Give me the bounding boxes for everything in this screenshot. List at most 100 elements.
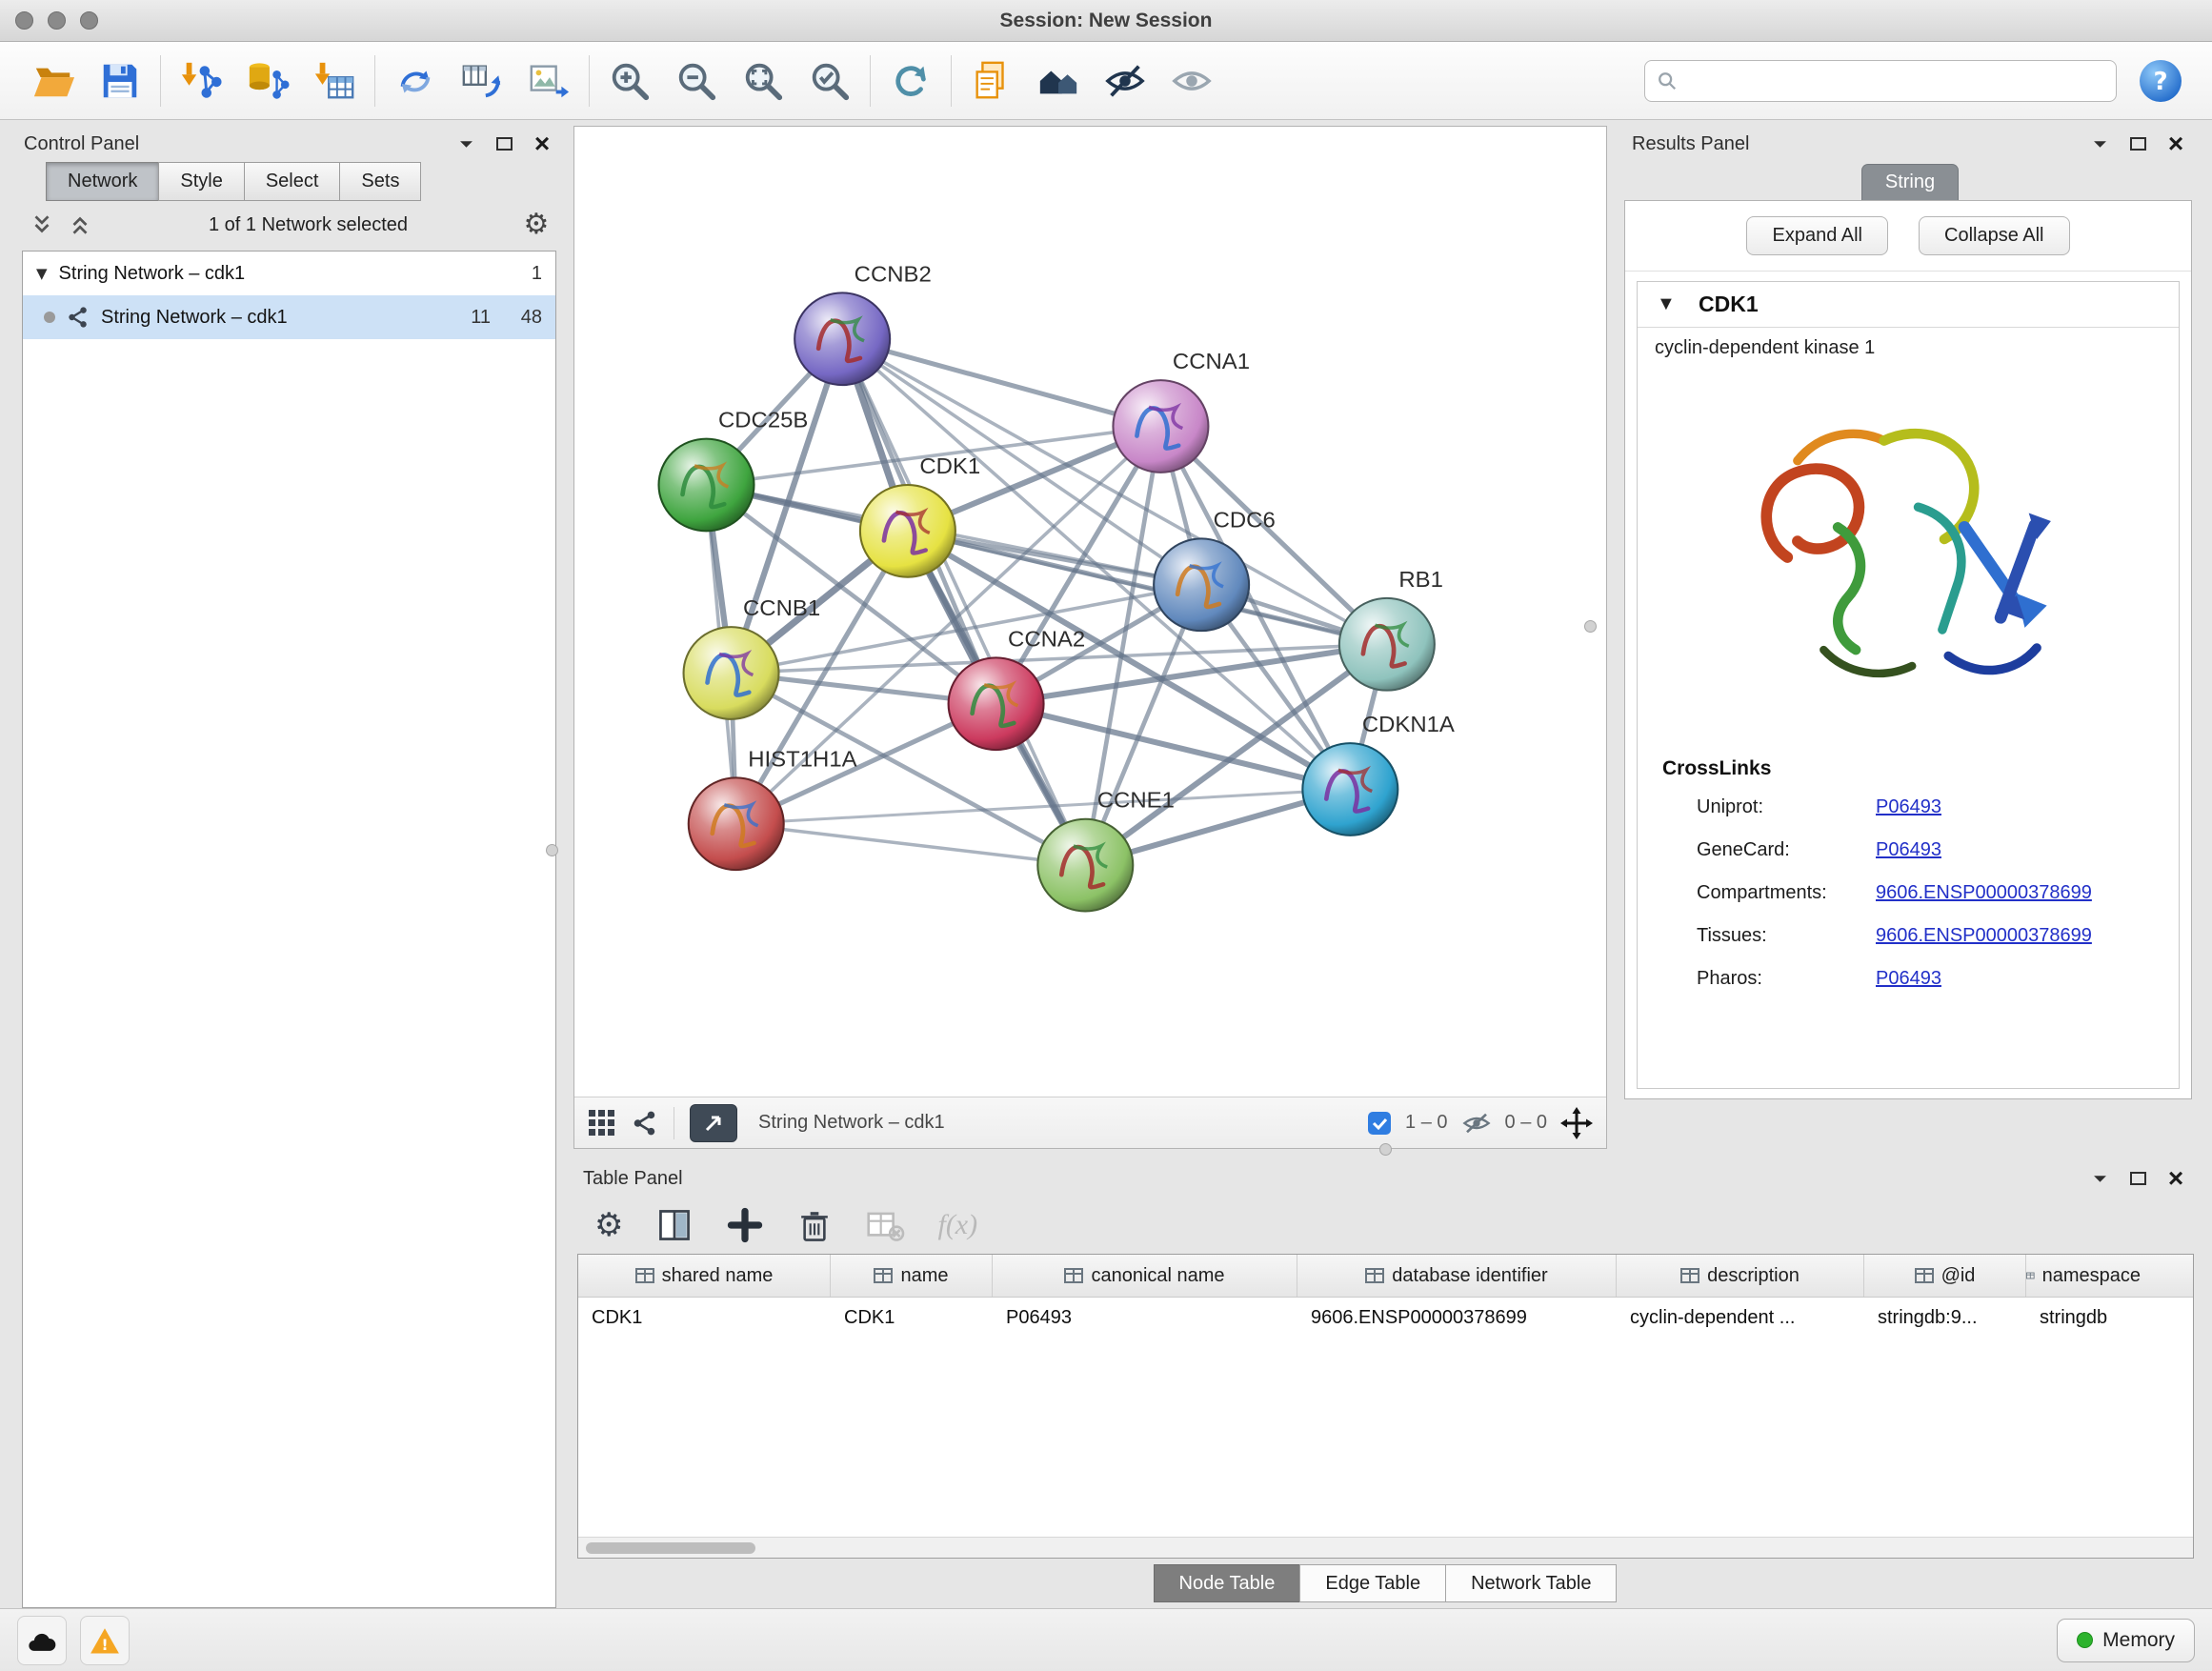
network-node-RB1[interactable] (1339, 598, 1435, 691)
network-node-CDC6[interactable] (1154, 538, 1249, 631)
export-image-button[interactable] (522, 54, 575, 108)
create-column-button[interactable] (726, 1206, 764, 1244)
crosslink-link[interactable]: 9606.ENSP00000378699 (1876, 882, 2092, 904)
disclosure-triangle-icon[interactable]: ▼ (36, 265, 48, 282)
network-node-CCNE1[interactable] (1037, 819, 1133, 912)
save-session-button[interactable] (93, 54, 147, 108)
tab-string[interactable]: String (1861, 164, 1959, 200)
tab-style[interactable]: Style (158, 162, 244, 201)
search-input[interactable] (1685, 70, 2104, 91)
show-all-button[interactable] (1165, 54, 1218, 108)
tab-network[interactable]: Network (46, 162, 159, 201)
column-header-canonical-name[interactable]: canonical name (993, 1255, 1297, 1297)
close-window-icon[interactable] (15, 11, 33, 30)
grid-view-button[interactable] (588, 1109, 616, 1137)
delete-table-button[interactable] (865, 1207, 905, 1243)
import-table-from-file-button[interactable] (308, 54, 361, 108)
show-columns-button[interactable] (655, 1206, 694, 1244)
zoom-selected-region-button[interactable] (803, 54, 856, 108)
column-header-shared-name[interactable]: shared name (578, 1255, 831, 1297)
vertical-splitter-handle[interactable] (1584, 620, 1597, 633)
import-network-from-database-button[interactable] (241, 54, 294, 108)
float-panel-button[interactable] (2125, 1166, 2150, 1191)
scrollbar-thumb[interactable] (586, 1542, 755, 1554)
crosslink-link[interactable]: P06493 (1876, 796, 1941, 818)
tab-network-table[interactable]: Network Table (1445, 1564, 1617, 1602)
cloud-status-button[interactable] (17, 1616, 67, 1665)
column-header-name[interactable]: name (831, 1255, 993, 1297)
vertical-splitter-handle[interactable] (546, 844, 558, 856)
zoom-fit-content-button[interactable] (736, 54, 790, 108)
clone-network-button[interactable] (389, 54, 442, 108)
collapse-panel-button[interactable] (2087, 1166, 2112, 1191)
detach-view-button[interactable] (690, 1104, 737, 1142)
tab-node-table[interactable]: Node Table (1154, 1564, 1301, 1602)
function-builder-button[interactable]: f(x) (937, 1209, 977, 1241)
network-view-mode-button[interactable] (632, 1110, 658, 1137)
network-edge-CCNB2-CCNE1[interactable] (842, 339, 1085, 865)
column-header-id[interactable]: @id (1864, 1255, 2026, 1297)
pan-tool-button[interactable] (1560, 1107, 1593, 1139)
tab-select[interactable]: Select (244, 162, 341, 201)
network-node-CDC25B[interactable] (659, 439, 754, 532)
cell-name[interactable]: CDK1 (831, 1298, 993, 1338)
network-node-CCNB2[interactable] (794, 292, 890, 385)
annotation-button[interactable] (965, 54, 1018, 108)
memory-button[interactable]: Memory (2057, 1619, 2195, 1662)
column-header-database-identifier[interactable]: database identifier (1297, 1255, 1617, 1297)
float-panel-button[interactable] (492, 131, 516, 156)
cell-canonical-name[interactable]: P06493 (993, 1298, 1297, 1338)
zoom-window-icon[interactable] (80, 11, 98, 30)
network-node-CDKN1A[interactable] (1302, 743, 1398, 836)
network-row[interactable]: String Network – cdk1 11 48 (23, 295, 555, 339)
network-node-CCNA2[interactable] (949, 657, 1044, 750)
apply-layout-button[interactable] (884, 54, 937, 108)
network-node-HIST1H1A[interactable] (689, 777, 784, 870)
network-node-CCNB1[interactable] (684, 627, 779, 719)
float-panel-button[interactable] (2125, 131, 2150, 156)
horizontal-splitter-handle[interactable] (1379, 1143, 1392, 1156)
cell-database-identifier[interactable]: 9606.ENSP00000378699 (1297, 1298, 1617, 1338)
delete-column-button[interactable] (796, 1207, 833, 1243)
zoom-in-button[interactable] (603, 54, 656, 108)
crosslink-link[interactable]: P06493 (1876, 968, 1941, 990)
help-button[interactable]: ? (2138, 58, 2183, 104)
collapse-all-networks-button[interactable] (68, 212, 92, 237)
network-node-CDK1[interactable] (860, 485, 955, 577)
cell-description[interactable]: cyclin-dependent ... (1617, 1298, 1864, 1338)
network-collection-row[interactable]: ▼ String Network – cdk1 1 (23, 252, 555, 295)
import-network-from-file-button[interactable] (174, 54, 228, 108)
close-panel-button[interactable]: × (2163, 1166, 2188, 1191)
gene-entry-header[interactable]: ▼ CDK1 (1638, 282, 2179, 328)
disclosure-triangle-icon[interactable]: ▼ (1657, 293, 1676, 315)
cell-namespace[interactable]: stringdb (2026, 1298, 2141, 1338)
expand-all-networks-button[interactable] (30, 212, 54, 237)
collapse-panel-button[interactable] (453, 131, 478, 156)
network-edge-CCNE1-HIST1H1A[interactable] (736, 824, 1086, 865)
hide-selected-button[interactable] (1098, 54, 1152, 108)
table-options-button[interactable]: ⚙ (594, 1209, 623, 1241)
column-header-description[interactable]: description (1617, 1255, 1864, 1297)
network-canvas[interactable]: CCNB2CCNA1CDC25BCDK1CDC6RB1CCNB1CCNA2CDK… (574, 127, 1606, 1097)
network-node-CCNA1[interactable] (1113, 380, 1208, 473)
tab-edge-table[interactable]: Edge Table (1299, 1564, 1446, 1602)
table-row[interactable]: CDK1 CDK1 P06493 9606.ENSP00000378699 cy… (578, 1298, 2193, 1338)
warnings-button[interactable]: ! (80, 1616, 130, 1665)
minimize-window-icon[interactable] (48, 11, 66, 30)
create-network-from-table-button[interactable] (455, 54, 509, 108)
column-header-namespace[interactable]: namespace (2026, 1255, 2141, 1297)
cell-shared-name[interactable]: CDK1 (578, 1298, 831, 1338)
close-panel-button[interactable]: × (530, 131, 554, 156)
network-overview-button[interactable] (1032, 54, 1085, 108)
network-options-button[interactable]: ⚙ (524, 212, 549, 237)
crosslink-link[interactable]: 9606.ENSP00000378699 (1876, 925, 2092, 947)
crosslink-link[interactable]: P06493 (1876, 839, 1941, 861)
collapse-all-button[interactable]: Collapse All (1919, 216, 2070, 255)
tab-sets[interactable]: Sets (339, 162, 421, 201)
table-horizontal-scrollbar[interactable] (578, 1537, 2193, 1558)
zoom-out-button[interactable] (670, 54, 723, 108)
collapse-panel-button[interactable] (2087, 131, 2112, 156)
close-panel-button[interactable]: × (2163, 131, 2188, 156)
expand-all-button[interactable]: Expand All (1746, 216, 1888, 255)
cell-id[interactable]: stringdb:9... (1864, 1298, 2026, 1338)
